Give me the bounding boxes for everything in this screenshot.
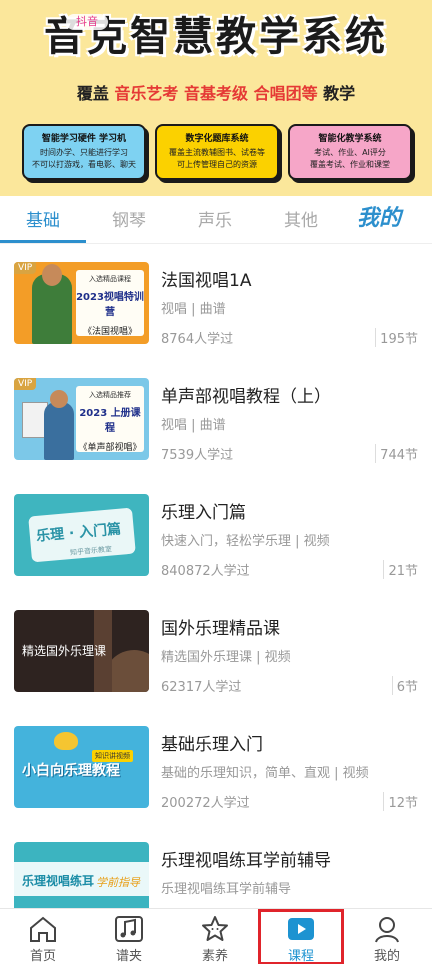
course-tags: 视唱 | 曲谱	[161, 418, 226, 433]
banner-subtitle-highlight: 音乐艺考 音基考级 合唱团等	[114, 84, 318, 103]
category-tabs: 基础 钢琴 声乐 其他 我的	[0, 196, 432, 244]
thumb-line: 《法国视唱》	[82, 327, 137, 337]
thumb-line: 2023视唱特训营	[76, 292, 144, 318]
tab-mine[interactable]: 我的	[357, 200, 401, 232]
course-title: 乐理视唱练耳学前辅导	[161, 851, 331, 871]
course-lesson-count: 195节	[375, 328, 418, 347]
course-learners: 62317人学过	[161, 680, 242, 695]
nav-label: 首页	[29, 949, 56, 964]
course-tags: 乐理视唱练耳学前辅导	[161, 882, 292, 897]
feature-card-line: 覆盖考试、作业和课堂	[310, 160, 390, 169]
thumb-line: 2023 上册课程	[79, 408, 141, 434]
course-thumbnail: 乐理 · 入门篇 知乎音乐教室	[14, 494, 149, 576]
banner-subtitle-prefix: 覆盖	[76, 84, 109, 103]
teacher-figure	[44, 402, 74, 460]
course-page: 音克智慧教学系统 抖音 覆盖 音乐艺考 音基考级 合唱团等 教学 智能学习硬件 …	[0, 0, 432, 964]
nav-label: 素养	[201, 949, 228, 964]
thumb-text-secondary: 学前指导	[96, 876, 140, 889]
course-list[interactable]: 入选精品课程 2023视唱特训营 《法国视唱》 VIP 法国视唱1A 视唱 | …	[0, 246, 432, 908]
home-icon	[30, 916, 56, 942]
bird-figure	[54, 732, 78, 750]
thumb-line: 《单声部视唱》	[78, 443, 142, 453]
course-item-french-solfege[interactable]: 入选精品课程 2023视唱特训营 《法国视唱》 VIP 法国视唱1A 视唱 | …	[0, 262, 432, 378]
feature-card-teaching-system: 智能化教学系统 考试、作业、AI评分 覆盖考试、作业和课堂	[288, 124, 412, 180]
thumb-text: 乐理视唱练耳	[22, 874, 95, 888]
thumb-text: 小白向乐理教程	[22, 763, 120, 779]
tiktok-badge: 抖音	[66, 14, 108, 30]
course-learners: 7539人学过	[161, 448, 234, 463]
feature-card-line: 不可以打游戏，看电影、聊天	[32, 160, 136, 169]
course-title: 乐理入门篇	[161, 503, 246, 523]
course-lesson-count: 744节	[375, 444, 418, 463]
feature-card-question-bank: 数字化题库系统 覆盖主流教辅图书、试卷等 可上传管理自己的资源	[155, 124, 279, 180]
teacher-head	[50, 390, 68, 408]
nav-label: 谱夹	[115, 949, 142, 964]
nav-home[interactable]: 首页	[0, 909, 86, 964]
course-item-pre-school-tutoring[interactable]: 乐理视唱练耳 学前指导 乐理视唱练耳学前辅导 乐理视唱练耳学前辅导	[0, 842, 432, 908]
course-thumbnail: 知识讲视频 小白向乐理教程	[14, 726, 149, 808]
nav-literacy[interactable]: 素养	[172, 909, 258, 964]
vip-badge: VIP	[14, 378, 37, 390]
thumb-line: 入选精品课程	[89, 275, 131, 283]
thumb-line: 入选精品推荐	[89, 391, 131, 399]
course-item-foreign-theory[interactable]: 精选国外乐理课 国外乐理精品课 精选国外乐理课 | 视频 62317人学过 6节	[0, 610, 432, 726]
nav-courses[interactable]: 课程	[258, 909, 344, 964]
star-icon	[202, 916, 228, 941]
feature-card-line: 覆盖主流教辅图书、试卷等	[169, 148, 265, 157]
nav-sheet-music[interactable]: 谱夹	[86, 909, 172, 964]
feature-card-line: 可上传管理自己的资源	[177, 160, 257, 169]
course-lesson-count: 21节	[383, 560, 418, 579]
course-lesson-count: 6节	[391, 676, 418, 695]
nav-label: 我的	[373, 949, 400, 964]
bottom-navigation: 首页 谱夹 素养 课程 我的	[0, 908, 432, 964]
course-item-basic-theory[interactable]: 知识讲视频 小白向乐理教程 基础乐理入门 基础的乐理知识，简单、直观 | 视频 …	[0, 726, 432, 842]
banner-title: 音克智慧教学系统	[44, 14, 388, 60]
course-tags: 精选国外乐理课 | 视频	[161, 650, 291, 665]
person-icon	[375, 917, 399, 943]
promo-banner[interactable]: 音克智慧教学系统 抖音 覆盖 音乐艺考 音基考级 合唱团等 教学 智能学习硬件 …	[0, 0, 432, 196]
play-icon	[288, 918, 314, 940]
thumb-text: 精选国外乐理课	[22, 644, 107, 658]
course-tags: 快速入门，轻松学乐理 | 视频	[161, 534, 330, 549]
course-thumbnail: 精选国外乐理课	[14, 610, 149, 692]
banner-subtitle-suffix: 教学	[323, 84, 356, 103]
feature-card-title: 智能化教学系统	[318, 134, 382, 144]
tab-other[interactable]: 其他	[284, 206, 318, 231]
course-title: 基础乐理入门	[161, 735, 263, 755]
thumbnail-panel: 入选精品课程 2023视唱特训营 《法国视唱》	[76, 270, 144, 337]
vip-badge: VIP	[14, 262, 37, 274]
tab-piano[interactable]: 钢琴	[112, 206, 146, 231]
course-learners: 8764人学过	[161, 332, 234, 347]
banner-feature-cards: 智能学习硬件 学习机 时间办学、只能进行学习 不可以打游戏，看电影、聊天 数字化…	[22, 124, 412, 182]
nav-profile[interactable]: 我的	[344, 909, 430, 964]
course-thumbnail: 入选精品课程 2023视唱特训营 《法国视唱》 VIP	[14, 262, 149, 344]
tab-basics[interactable]: 基础	[26, 206, 60, 231]
course-thumbnail: 入选精品推荐 2023 上册课程 《单声部视唱》 VIP	[14, 378, 149, 460]
tab-vocal[interactable]: 声乐	[198, 206, 232, 231]
course-tags: 基础的乐理知识，简单、直观 | 视频	[161, 766, 369, 781]
course-lesson-count: 12节	[383, 792, 418, 811]
course-item-single-part-solfege[interactable]: 入选精品推荐 2023 上册课程 《单声部视唱》 VIP 单声部视唱教程（上） …	[0, 378, 432, 494]
feature-card-title: 数字化题库系统	[185, 134, 249, 144]
feature-card-title: 智能学习硬件 学习机	[41, 134, 127, 144]
course-learners: 840872人学过	[161, 564, 250, 579]
feature-card-line: 考试、作业、AI评分	[314, 148, 386, 157]
thumbnail-panel: 入选精品推荐 2023 上册课程 《单声部视唱》	[76, 386, 144, 453]
course-tags: 视唱 | 曲谱	[161, 302, 226, 317]
teacher-head	[42, 264, 62, 286]
feature-card-hardware: 智能学习硬件 学习机 时间办学、只能进行学习 不可以打游戏，看电影、聊天	[22, 124, 146, 180]
course-title: 法国视唱1A	[161, 271, 252, 291]
active-tab-indicator	[0, 240, 86, 243]
course-item-music-theory-intro[interactable]: 乐理 · 入门篇 知乎音乐教室 乐理入门篇 快速入门，轻松学乐理 | 视频 84…	[0, 494, 432, 610]
nav-label: 课程	[287, 949, 314, 964]
banner-subtitle: 覆盖 音乐艺考 音基考级 合唱团等 教学	[0, 80, 432, 104]
course-thumbnail: 乐理视唱练耳 学前指导	[14, 842, 149, 908]
feature-card-line: 时间办学、只能进行学习	[40, 148, 128, 157]
course-title: 国外乐理精品课	[161, 619, 280, 639]
music-note-icon	[115, 916, 143, 942]
course-learners: 200272人学过	[161, 796, 250, 811]
course-title: 单声部视唱教程（上）	[161, 387, 331, 407]
